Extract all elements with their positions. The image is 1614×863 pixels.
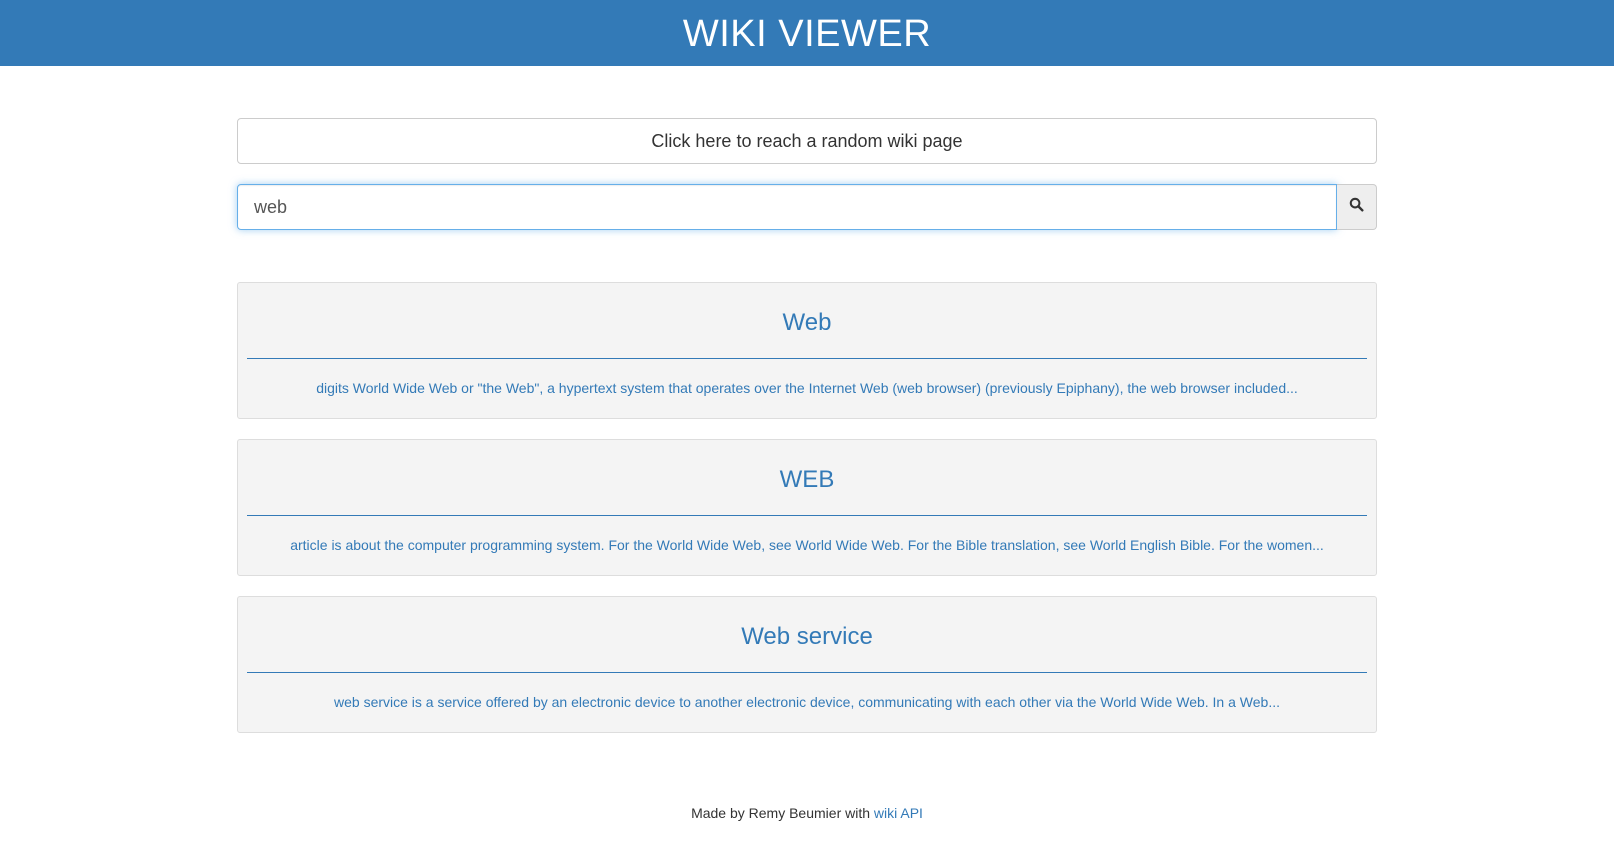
result-card[interactable]: Web service web service is a service off… xyxy=(237,596,1377,733)
result-divider xyxy=(247,672,1367,673)
result-card[interactable]: WEB article is about the computer progra… xyxy=(237,439,1377,576)
search-button[interactable] xyxy=(1337,184,1377,230)
search-input[interactable] xyxy=(237,184,1337,230)
footer-credit: Made by Remy Beumier with xyxy=(691,805,871,821)
app-title: WIKI VIEWER xyxy=(682,12,932,55)
footer: Made by Remy Beumier with wiki API xyxy=(0,805,1614,821)
result-snippet: web service is a service offered by an e… xyxy=(334,694,1280,710)
result-title[interactable]: Web xyxy=(238,309,1376,337)
result-card[interactable]: Web digits World Wide Web or "the Web", … xyxy=(237,282,1377,419)
result-divider xyxy=(247,515,1367,516)
result-title[interactable]: Web service xyxy=(238,623,1376,651)
search-group xyxy=(237,184,1377,230)
result-divider xyxy=(247,358,1367,359)
random-page-button[interactable]: Click here to reach a random wiki page xyxy=(237,118,1377,164)
result-snippet: digits World Wide Web or "the Web", a hy… xyxy=(316,380,1298,396)
wiki-api-link[interactable]: wiki API xyxy=(874,805,923,821)
result-snippet: article is about the computer programmin… xyxy=(290,537,1324,553)
search-icon xyxy=(1349,197,1364,217)
result-title[interactable]: WEB xyxy=(238,466,1376,494)
app-header: WIKI VIEWER xyxy=(0,0,1614,66)
